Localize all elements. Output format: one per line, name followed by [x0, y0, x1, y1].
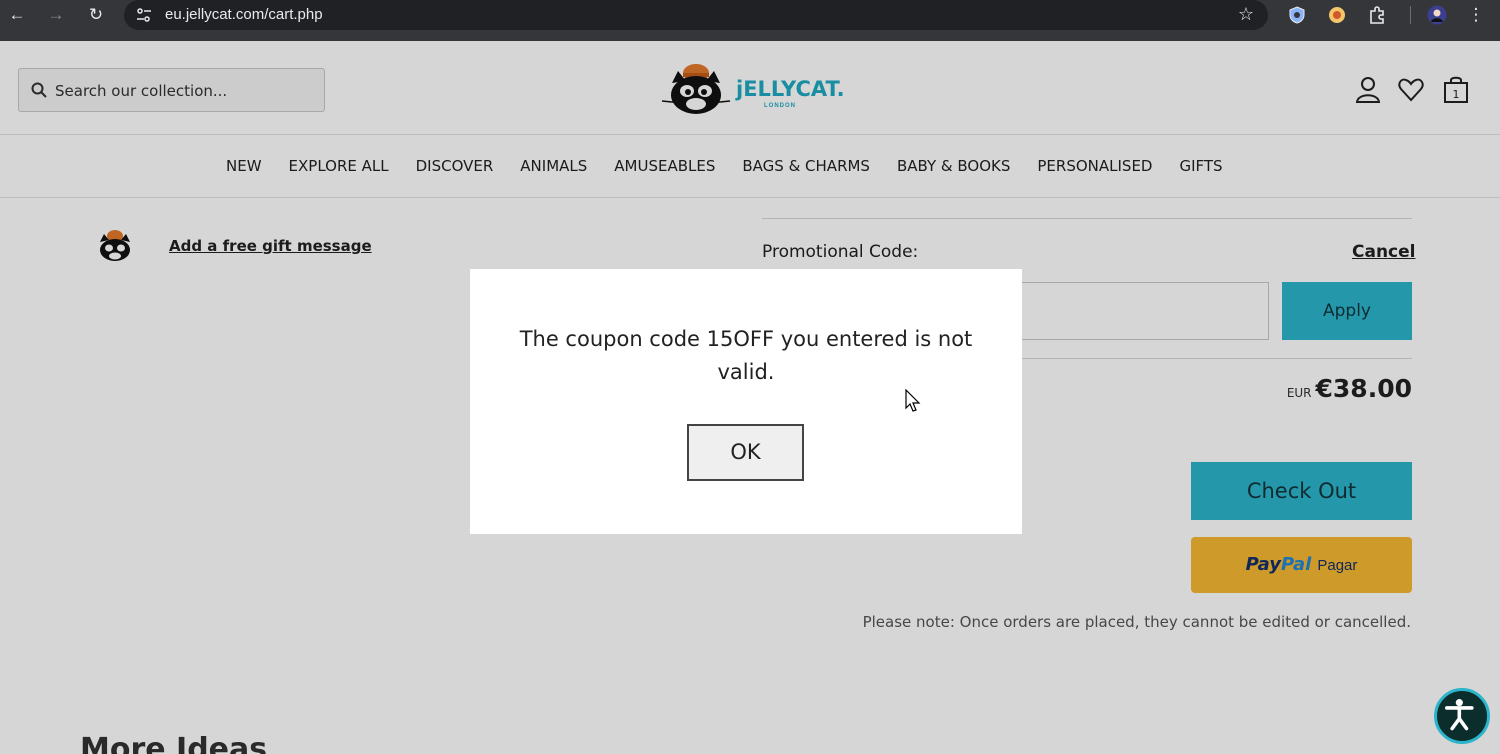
shield-extension-icon[interactable] — [1287, 5, 1307, 25]
mouse-cursor-icon — [905, 389, 921, 412]
forward-icon[interactable]: → — [41, 4, 71, 26]
reload-icon[interactable]: ↻ — [81, 4, 111, 26]
bookmark-star-icon[interactable]: ☆ — [1238, 4, 1254, 25]
toolbar-divider — [1410, 6, 1411, 24]
browser-toolbar: ← → ↻ eu.jellycat.com/cart.php ☆ ⋮ — [0, 0, 1500, 41]
accessibility-icon[interactable] — [1434, 688, 1490, 744]
extension-icon[interactable] — [1327, 5, 1347, 25]
ok-button[interactable]: OK — [687, 424, 804, 481]
profile-avatar-icon[interactable] — [1427, 5, 1447, 25]
back-icon[interactable]: ← — [2, 4, 32, 26]
address-bar[interactable]: eu.jellycat.com/cart.php ☆ — [124, 0, 1268, 30]
site-settings-icon[interactable] — [136, 7, 152, 23]
url-text[interactable]: eu.jellycat.com/cart.php — [165, 6, 323, 23]
coupon-error-dialog: The coupon code 15OFF you entered is not… — [470, 269, 1022, 534]
extensions-puzzle-icon[interactable] — [1367, 5, 1387, 25]
page-content: jELLYCAT. LONDON 1 NEW EXPLORE ALL DISCO… — [0, 41, 1500, 754]
dialog-message: The coupon code 15OFF you entered is not… — [519, 327, 973, 384]
browser-menu-icon[interactable]: ⋮ — [1461, 4, 1491, 26]
